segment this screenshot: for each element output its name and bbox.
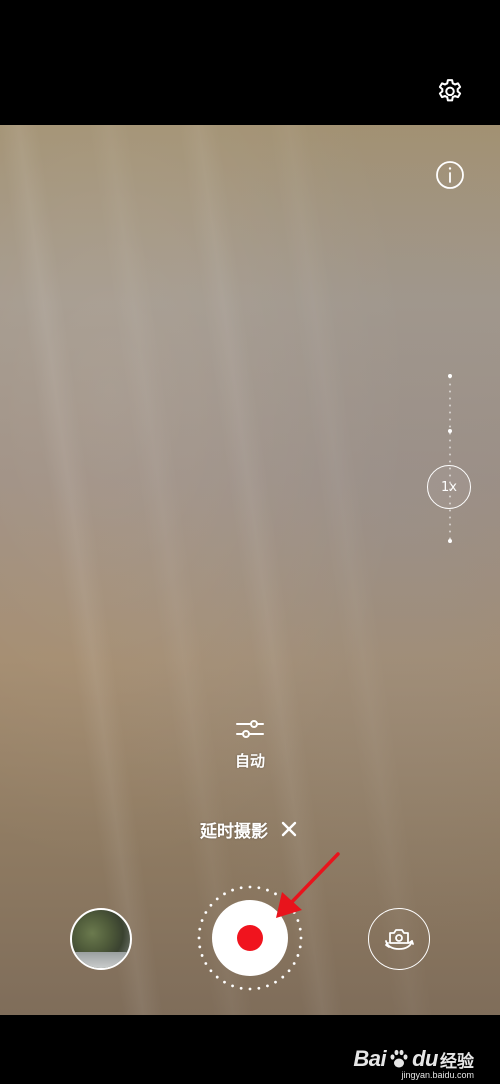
ring-dot <box>266 984 269 988</box>
zoom-slider[interactable] <box>448 374 452 544</box>
ring-dot <box>204 911 208 914</box>
zoom-tick <box>448 374 452 378</box>
close-icon[interactable] <box>280 820 298 838</box>
ring-dot <box>298 927 302 931</box>
ring-dot <box>204 962 208 965</box>
ring-dot <box>287 903 291 907</box>
auto-adjust-control[interactable]: 自动 <box>225 718 275 776</box>
ring-dot <box>281 975 285 979</box>
ring-dot <box>209 969 213 973</box>
thumbnail-image <box>72 952 130 968</box>
ring-dot <box>248 885 252 889</box>
ring-dot <box>296 919 300 922</box>
ring-dot <box>274 892 277 896</box>
zoom-tick <box>448 429 452 433</box>
camera-switch-icon <box>385 929 414 950</box>
ring-dot <box>198 927 202 931</box>
camera-viewfinder[interactable] <box>0 125 500 1015</box>
ring-dot <box>198 945 202 949</box>
ring-dot <box>231 984 234 988</box>
ring-dot <box>231 888 234 892</box>
ring-dot <box>209 903 213 907</box>
ring-dot <box>248 987 252 991</box>
ring-dot <box>200 954 204 957</box>
ring-dot <box>215 975 219 979</box>
ring-dot <box>292 962 296 965</box>
watermark-url: jingyan.baidu.com <box>401 1070 474 1080</box>
top-bar <box>0 0 500 125</box>
ring-dot <box>239 986 243 990</box>
ring-dot <box>215 897 219 901</box>
camera-screen: 1x 自动 延时摄影 Bai du 经验 jingyan.baidu.com <box>0 0 500 1084</box>
zoom-tick <box>448 539 452 543</box>
ring-dot <box>287 969 291 973</box>
ring-dot <box>299 936 303 940</box>
zoom-track-line <box>449 374 451 544</box>
ring-dot <box>292 911 296 914</box>
zoom-level-button[interactable]: 1x <box>427 465 471 509</box>
ring-dot <box>281 897 285 901</box>
gear-icon <box>438 79 462 102</box>
ring-dot <box>296 954 300 957</box>
watermark-text: 经验 <box>440 1051 474 1072</box>
gallery-thumbnail-button[interactable] <box>70 908 132 970</box>
record-icon <box>237 925 263 951</box>
mode-indicator: 延时摄影 <box>200 816 298 842</box>
info-icon <box>436 161 464 189</box>
switch-camera-button[interactable] <box>368 908 430 970</box>
ring-dot <box>298 945 302 949</box>
watermark-logo-suffix: du <box>412 1046 438 1071</box>
ring-dot <box>266 888 269 892</box>
paw-icon <box>390 1049 408 1068</box>
settings-button[interactable] <box>434 76 466 108</box>
ring-dot <box>239 886 243 890</box>
ring-dot <box>223 980 226 984</box>
record-button[interactable] <box>212 900 288 976</box>
ring-dot <box>197 936 201 940</box>
watermark-logo: Bai <box>353 1046 387 1071</box>
ring-dot <box>200 919 204 922</box>
ring-dot <box>257 886 261 890</box>
auto-label: 自动 <box>234 752 265 770</box>
zoom-level-label: 1x <box>441 479 457 495</box>
info-button[interactable] <box>435 160 465 190</box>
ring-dot <box>257 986 261 990</box>
bottom-bar: Bai du 经验 jingyan.baidu.com <box>0 1015 500 1084</box>
watermark: Bai du 经验 jingyan.baidu.com <box>353 1046 474 1080</box>
sliders-icon <box>236 720 264 738</box>
ring-dot <box>274 980 277 984</box>
ring-dot <box>223 892 226 896</box>
timelapse-mode-label: 延时摄影 <box>200 821 268 842</box>
